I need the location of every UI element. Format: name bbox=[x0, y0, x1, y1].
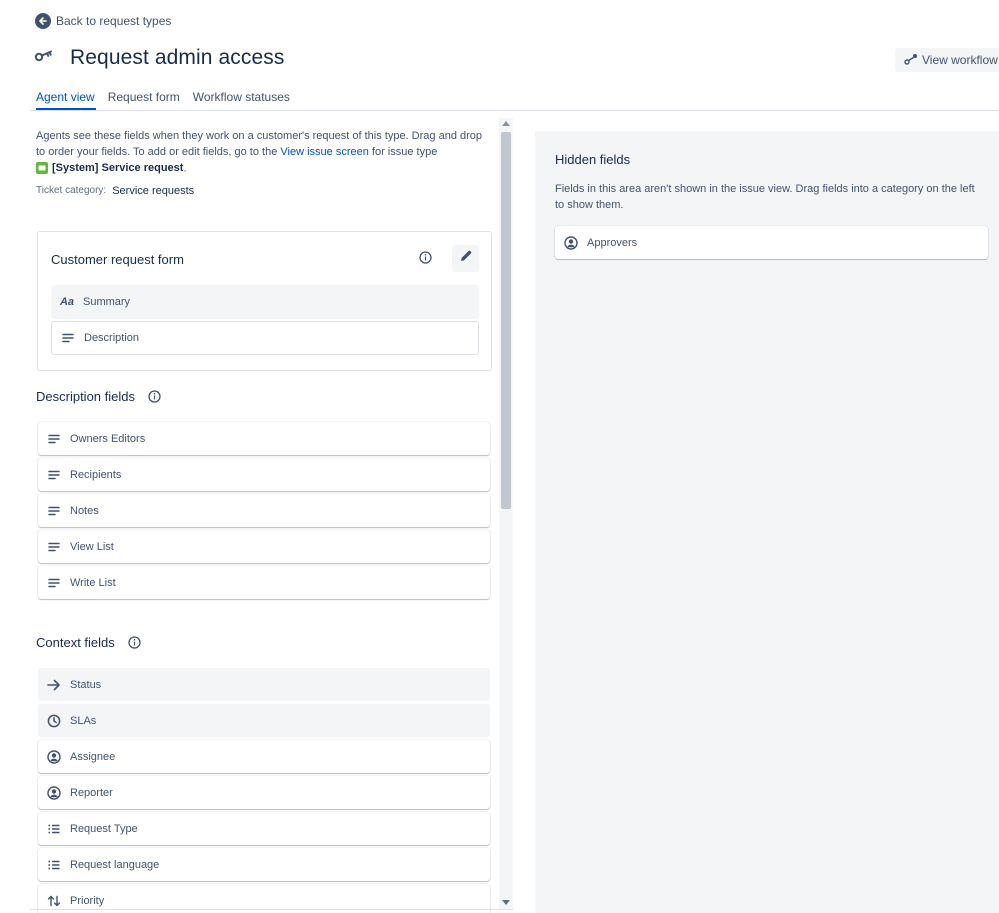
agent-view-panel: Agents see these fields when they work o… bbox=[36, 128, 494, 197]
section-title: Description fields bbox=[36, 389, 135, 404]
form-field-summary[interactable]: Aa Summary bbox=[51, 285, 479, 319]
field-label: Request Type bbox=[70, 822, 138, 835]
service-request-icon bbox=[36, 162, 48, 174]
issue-type: [System] Service request bbox=[36, 160, 183, 176]
field-label: Priority bbox=[70, 894, 105, 907]
field-label: Request language bbox=[70, 858, 160, 871]
paragraph-icon bbox=[52, 333, 84, 343]
tab-bar: Agent view Request form Workflow statuse… bbox=[36, 90, 290, 108]
info-icon[interactable] bbox=[148, 390, 161, 403]
tabs-divider bbox=[30, 110, 999, 111]
ticket-category-value: Service requests bbox=[112, 184, 195, 197]
left-panel-bottom-border bbox=[30, 909, 513, 910]
tab-workflow-statuses[interactable]: Workflow statuses bbox=[193, 90, 290, 108]
field-label: View List bbox=[70, 540, 114, 553]
issue-type-label: [System] Service request bbox=[52, 162, 184, 174]
info-icon[interactable] bbox=[128, 636, 141, 649]
ticket-category-label: Ticket category: bbox=[36, 185, 107, 196]
field-view-list[interactable]: View List bbox=[38, 530, 490, 563]
pencil-icon bbox=[459, 249, 473, 268]
left-panel-scrollbar[interactable] bbox=[499, 118, 513, 909]
paragraph-icon bbox=[38, 470, 70, 480]
intro-text-part: for issue type bbox=[368, 146, 438, 158]
scroll-down-arrow-icon[interactable] bbox=[502, 900, 510, 905]
field-label: Reporter bbox=[70, 786, 113, 799]
user-circle-icon bbox=[555, 235, 587, 250]
workflow-icon bbox=[904, 53, 918, 68]
hidden-field-approvers[interactable]: Approvers bbox=[555, 226, 988, 259]
context-fields-heading: Context fields bbox=[36, 635, 141, 650]
field-request-language[interactable]: Request language bbox=[38, 848, 490, 881]
field-label: Description bbox=[84, 332, 140, 344]
list-icon bbox=[38, 860, 70, 870]
field-request-type[interactable]: Request Type bbox=[38, 812, 490, 845]
field-status[interactable]: Status bbox=[38, 668, 490, 701]
field-assignee[interactable]: Assignee bbox=[38, 740, 490, 773]
back-link-label: Back to request types bbox=[56, 14, 172, 28]
text-aa-icon: Aa bbox=[59, 296, 75, 308]
paragraph-icon bbox=[38, 506, 70, 516]
field-slas[interactable]: SLAs bbox=[38, 704, 490, 737]
field-label: Write List bbox=[70, 576, 116, 589]
tab-agent-view[interactable]: Agent view bbox=[36, 90, 95, 108]
field-write-list[interactable]: Write List bbox=[38, 566, 490, 599]
hidden-fields-panel: Hidden fields Fields in this area aren't… bbox=[535, 131, 999, 913]
scroll-up-arrow-icon[interactable] bbox=[502, 121, 510, 126]
field-label: Recipients bbox=[70, 468, 122, 481]
field-label: Notes bbox=[70, 504, 99, 517]
info-icon[interactable] bbox=[419, 251, 432, 269]
sort-arrows-icon bbox=[38, 895, 70, 907]
key-icon bbox=[34, 49, 54, 68]
view-issue-screen-link[interactable]: View issue screen bbox=[280, 146, 368, 158]
field-label: Assignee bbox=[70, 750, 116, 763]
field-label: Owners Editors bbox=[70, 432, 146, 445]
section-title: Context fields bbox=[36, 635, 115, 650]
user-circle-icon bbox=[38, 749, 70, 764]
field-notes[interactable]: Notes bbox=[38, 494, 490, 527]
list-icon bbox=[38, 824, 70, 834]
hidden-fields-title: Hidden fields bbox=[555, 152, 631, 167]
field-label: Summary bbox=[83, 296, 131, 308]
customer-request-form-card: Customer request form Aa Summary Descrip… bbox=[37, 231, 492, 371]
edit-form-button[interactable] bbox=[452, 245, 479, 272]
tab-request-form[interactable]: Request form bbox=[108, 90, 180, 108]
paragraph-icon bbox=[38, 542, 70, 552]
description-fields-heading: Description fields bbox=[36, 389, 161, 404]
field-reporter[interactable]: Reporter bbox=[38, 776, 490, 809]
field-label: Approvers bbox=[587, 236, 638, 249]
form-field-description[interactable]: Description bbox=[51, 321, 479, 355]
view-workflow-label: View workflow bbox=[922, 53, 998, 67]
customer-request-form-title: Customer request form bbox=[51, 252, 184, 267]
arrow-left-icon bbox=[35, 13, 51, 29]
field-label: Status bbox=[70, 678, 102, 691]
page-header: Request admin access bbox=[34, 46, 284, 70]
view-workflow-button[interactable]: View workflow bbox=[895, 48, 999, 72]
intro-period: . bbox=[183, 162, 187, 175]
back-to-request-types-link[interactable]: Back to request types bbox=[35, 13, 171, 29]
page-title: Request admin access bbox=[70, 46, 285, 69]
field-recipients[interactable]: Recipients bbox=[38, 458, 490, 491]
scrollbar-thumb[interactable] bbox=[501, 132, 511, 509]
user-circle-icon bbox=[38, 785, 70, 800]
hidden-fields-description: Fields in this area aren't shown in the … bbox=[555, 183, 975, 211]
field-owners-editors[interactable]: Owners Editors bbox=[38, 422, 490, 455]
paragraph-icon bbox=[38, 434, 70, 444]
intro-text: Agents see these fields when they work o… bbox=[36, 128, 484, 177]
clock-icon bbox=[38, 714, 70, 728]
ticket-category: Ticket category: Service requests bbox=[36, 185, 494, 197]
arrow-right-icon bbox=[38, 679, 70, 691]
paragraph-icon bbox=[38, 578, 70, 588]
field-label: SLAs bbox=[70, 714, 97, 727]
